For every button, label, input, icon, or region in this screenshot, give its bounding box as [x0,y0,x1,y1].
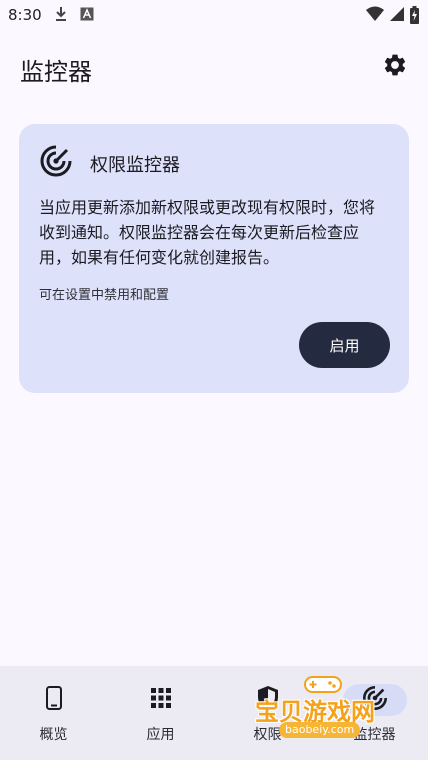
enable-button[interactable]: 启用 [299,322,390,368]
nav-label-apps: 应用 [146,727,175,743]
nav-item-apps[interactable]: 应用 [107,666,214,760]
phone-icon [45,686,62,714]
radar-icon [39,144,73,178]
page-title: 监控器 [20,58,92,86]
watermark: 宝贝游戏网 baobeiy.com [255,674,395,744]
font-a-icon [80,6,94,25]
gear-icon [382,52,408,82]
settings-button[interactable] [378,50,412,84]
card-note: 可在设置中禁用和配置 [39,288,170,303]
nav-item-overview[interactable]: 概览 [0,666,107,760]
card-title: 权限监控器 [90,155,180,176]
wifi-icon [366,6,384,26]
download-icon [54,6,68,26]
screen: 8:30 监控器 权限监控器 当应用更新添加新权限或更改现有权限时，您将收到通知… [0,0,428,760]
nav-icon-wrap-apps [129,684,193,716]
nav-label-overview: 概览 [39,727,68,743]
battery-charging-icon [410,6,419,28]
apps-grid-icon [150,688,171,712]
cellular-icon [388,6,404,26]
card-description: 当应用更新添加新权限或更改现有权限时，您将收到通知。权限监控器会在每次更新后检查… [39,198,376,267]
monitor-card: 权限监控器 当应用更新添加新权限或更改现有权限时，您将收到通知。权限监控器会在每… [19,124,409,393]
status-bar: 8:30 [0,0,428,30]
app-bar: 监控器 [0,44,428,92]
nav-icon-wrap-overview [22,684,86,716]
status-time: 8:30 [8,6,42,24]
watermark-url: baobeiy.com [279,722,361,738]
